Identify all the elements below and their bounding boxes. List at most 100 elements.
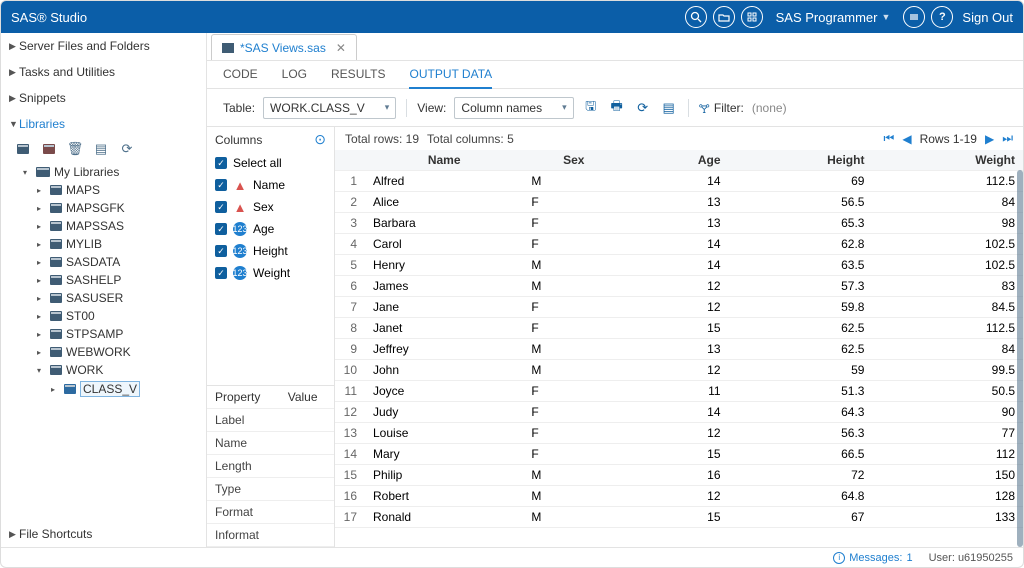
table-row[interactable]: 10JohnM125999.5 xyxy=(335,360,1023,381)
row-index: 12 xyxy=(335,402,365,423)
row-index: 1 xyxy=(335,171,365,192)
print-icon[interactable]: 🖶 xyxy=(608,99,626,117)
property-row-informat[interactable]: Informat xyxy=(207,524,334,547)
tree-view-class-v[interactable]: ▸CLASS_V xyxy=(51,379,206,399)
header-weight[interactable]: Weight xyxy=(872,150,1023,171)
column-item-sex[interactable]: ✓▲Sex xyxy=(207,196,334,218)
cell-age: 13 xyxy=(624,339,728,360)
more-options-icon[interactable] xyxy=(903,6,925,28)
data-grid[interactable]: NameSexAgeHeightWeight 1AlfredM1469112.5… xyxy=(335,150,1023,547)
table-row[interactable]: 1AlfredM1469112.5 xyxy=(335,171,1023,192)
filter-control[interactable]: 🝖 Filter: xyxy=(699,95,744,120)
tree-lib-sasdata[interactable]: ▸SASDATA xyxy=(37,253,206,271)
cell-name: Joyce xyxy=(365,381,523,402)
header-height[interactable]: Height xyxy=(729,150,873,171)
column-select-all[interactable]: ✓ Select all xyxy=(207,152,334,174)
library-icon xyxy=(50,257,62,267)
tree-lib-mapsgfk[interactable]: ▸MAPSGFK xyxy=(37,199,206,217)
cell-sex: M xyxy=(523,486,624,507)
close-tab-icon[interactable]: ✕ xyxy=(336,41,346,55)
tree-lib-sashelp[interactable]: ▸SASHELP xyxy=(37,271,206,289)
header-sex[interactable]: Sex xyxy=(523,150,624,171)
tree-lib-st00[interactable]: ▸ST00 xyxy=(37,307,206,325)
messages-indicator[interactable]: i Messages: 1 xyxy=(833,552,912,564)
folder-open-icon[interactable] xyxy=(713,6,735,28)
checkbox-checked-icon: ✓ xyxy=(215,201,227,213)
table-row[interactable]: 11JoyceF1151.350.5 xyxy=(335,381,1023,402)
nav-next-icon[interactable]: ▶ xyxy=(985,132,994,146)
table-row[interactable]: 5HenryM1463.5102.5 xyxy=(335,255,1023,276)
refresh-icon[interactable]: ⟳ xyxy=(119,141,135,157)
delete-library-icon[interactable] xyxy=(41,141,57,157)
table-row[interactable]: 7JaneF1259.884.5 xyxy=(335,297,1023,318)
export-icon[interactable]: 🖫 xyxy=(582,99,600,117)
table-row[interactable]: 6JamesM1257.383 xyxy=(335,276,1023,297)
table-row[interactable]: 2AliceF1356.584 xyxy=(335,192,1023,213)
help-icon[interactable]: ? xyxy=(931,6,953,28)
tree-lib-mapssas[interactable]: ▸MAPSSAS xyxy=(37,217,206,235)
nav-first-icon[interactable]: ⏮ xyxy=(884,131,895,146)
property-row-label[interactable]: Label xyxy=(207,409,334,432)
column-item-weight[interactable]: ✓123Weight xyxy=(207,262,334,284)
header-name[interactable]: Name xyxy=(365,150,523,171)
sidebar-section-serverfiles[interactable]: ▶Server Files and Folders xyxy=(1,33,206,59)
table-row[interactable]: 15PhilipM1672150 xyxy=(335,465,1023,486)
tree-lib-work[interactable]: ▾WORK xyxy=(37,361,206,379)
columns-refresh-icon[interactable]: ⊙ xyxy=(314,131,326,148)
num-type-icon: 123 xyxy=(233,222,247,236)
role-dropdown[interactable]: SAS Programmer ▼ xyxy=(776,10,891,25)
table-row[interactable]: 3BarbaraF1365.398 xyxy=(335,213,1023,234)
show-code-icon[interactable]: ▤ xyxy=(660,99,678,117)
tasks-label: Tasks and Utilities xyxy=(19,65,115,79)
property-row-format[interactable]: Format xyxy=(207,501,334,524)
column-item-height[interactable]: ✓123Height xyxy=(207,240,334,262)
subtab-results[interactable]: RESULTS xyxy=(331,67,385,88)
signout-link[interactable]: Sign Out xyxy=(962,10,1013,25)
property-row-name[interactable]: Name xyxy=(207,432,334,455)
sidebar-section-tasks[interactable]: ▶Tasks and Utilities xyxy=(1,59,206,85)
subtab-code[interactable]: CODE xyxy=(223,67,258,88)
file-tab[interactable]: *SAS Views.sas ✕ xyxy=(211,34,357,60)
tree-my-libraries[interactable]: ▾My Libraries xyxy=(23,163,206,181)
property-row-type[interactable]: Type xyxy=(207,478,334,501)
trash-icon[interactable]: 🗑 xyxy=(67,141,83,157)
table-row[interactable]: 9JeffreyM1362.584 xyxy=(335,339,1023,360)
table-row[interactable]: 14MaryF1566.5112 xyxy=(335,444,1023,465)
nav-last-icon[interactable]: ⏭ xyxy=(1002,131,1013,146)
vertical-scrollbar[interactable] xyxy=(1017,170,1023,547)
properties-icon[interactable]: ▤ xyxy=(93,141,109,157)
table-dropdown[interactable]: WORK.CLASS_V ▾ xyxy=(263,97,396,119)
table-row[interactable]: 16RobertM1264.8128 xyxy=(335,486,1023,507)
view-dropdown[interactable]: Column names ▾ xyxy=(454,97,573,119)
tree-lib-mylib[interactable]: ▸MYLIB xyxy=(37,235,206,253)
columns-title: Columns xyxy=(215,133,262,147)
sidebar-section-snippets[interactable]: ▶Snippets xyxy=(1,85,206,111)
nav-prev-icon[interactable]: ◀ xyxy=(902,132,911,146)
tree-lib-stpsamp[interactable]: ▸STPSAMP xyxy=(37,325,206,343)
cell-sex: F xyxy=(523,381,624,402)
subtab-log[interactable]: LOG xyxy=(282,67,307,88)
search-icon[interactable] xyxy=(685,6,707,28)
property-row-length[interactable]: Length xyxy=(207,455,334,478)
tree-lib-webwork[interactable]: ▸WEBWORK xyxy=(37,343,206,361)
role-label: SAS Programmer xyxy=(776,10,878,25)
header-age[interactable]: Age xyxy=(624,150,728,171)
refresh-data-icon[interactable]: ⟳ xyxy=(634,99,652,117)
sidebar-section-fileshortcuts[interactable]: ▶File Shortcuts xyxy=(1,521,206,547)
column-item-name[interactable]: ✓▲Name xyxy=(207,174,334,196)
tree-lib-sasuser[interactable]: ▸SASUSER xyxy=(37,289,206,307)
select-all-label: Select all xyxy=(233,156,282,170)
table-row[interactable]: 8JanetF1562.5112.5 xyxy=(335,318,1023,339)
main: *SAS Views.sas ✕ CODE LOG RESULTS OUTPUT… xyxy=(207,33,1023,547)
subtab-output-data[interactable]: OUTPUT DATA xyxy=(409,67,492,89)
new-library-icon[interactable] xyxy=(15,141,31,157)
tree-lib-maps[interactable]: ▸MAPS xyxy=(37,181,206,199)
table-row[interactable]: 13LouiseF1256.377 xyxy=(335,423,1023,444)
column-item-age[interactable]: ✓123Age xyxy=(207,218,334,240)
cell-height: 56.3 xyxy=(729,423,873,444)
grid-icon[interactable] xyxy=(741,6,763,28)
sidebar-section-libraries[interactable]: ▼Libraries xyxy=(1,111,206,137)
table-row[interactable]: 17RonaldM1567133 xyxy=(335,507,1023,528)
table-row[interactable]: 12JudyF1464.390 xyxy=(335,402,1023,423)
table-row[interactable]: 4CarolF1462.8102.5 xyxy=(335,234,1023,255)
